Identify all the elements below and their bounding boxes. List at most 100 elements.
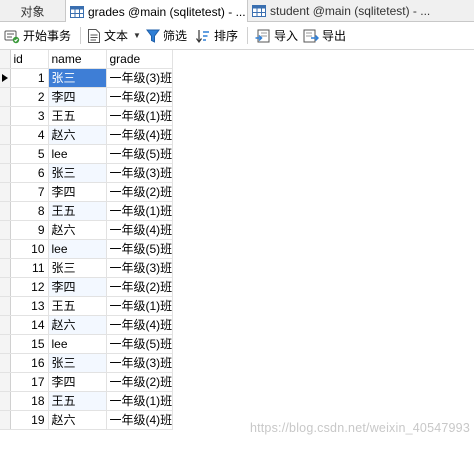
table-row[interactable]: 4 赵六 一年级(4)班 xyxy=(0,125,174,145)
cell-id[interactable]: 11 xyxy=(10,258,49,278)
cell-id[interactable]: 1 xyxy=(10,68,49,88)
cell-id[interactable]: 19 xyxy=(10,410,49,430)
cell-id[interactable]: 18 xyxy=(10,391,49,411)
row-selector[interactable] xyxy=(0,144,11,164)
cell-id[interactable]: 9 xyxy=(10,220,49,240)
table-row[interactable]: 14 赵六 一年级(4)班 xyxy=(0,315,174,335)
cell-id[interactable]: 12 xyxy=(10,277,49,297)
cell-grade[interactable]: 一年级(3)班 xyxy=(106,258,174,278)
cell-id[interactable]: 16 xyxy=(10,353,49,373)
row-selector[interactable] xyxy=(0,239,11,259)
cell-grade[interactable]: 一年级(1)班 xyxy=(106,296,174,316)
tab-grades[interactable]: grades @main (sqlitetest) - ... xyxy=(66,0,248,23)
table-row[interactable]: 1 张三 一年级(3)班 xyxy=(0,68,174,88)
cell-name[interactable]: 王五 xyxy=(48,296,107,316)
cell-name[interactable]: lee xyxy=(48,239,107,259)
table-row[interactable]: 16 张三 一年级(3)班 xyxy=(0,353,174,373)
cell-name[interactable]: 李四 xyxy=(48,182,107,202)
cell-name[interactable]: 张三 xyxy=(48,258,107,278)
cell-name[interactable]: 赵六 xyxy=(48,125,107,145)
cell-id[interactable]: 7 xyxy=(10,182,49,202)
cell-grade[interactable]: 一年级(5)班 xyxy=(106,144,174,164)
tab-student[interactable]: student @main (sqlitetest) - ... xyxy=(248,0,432,22)
cell-grade[interactable]: 一年级(1)班 xyxy=(106,106,174,126)
cell-id[interactable]: 15 xyxy=(10,334,49,354)
cell-name[interactable]: 张三 xyxy=(48,163,107,183)
table-row[interactable]: 12 李四 一年级(2)班 xyxy=(0,277,174,297)
row-selector[interactable] xyxy=(0,334,11,354)
cell-grade[interactable]: 一年级(1)班 xyxy=(106,391,174,411)
cell-id[interactable]: 8 xyxy=(10,201,49,221)
cell-name[interactable]: 李四 xyxy=(48,277,107,297)
row-selector[interactable] xyxy=(0,410,11,430)
cell-name[interactable]: lee xyxy=(48,144,107,164)
table-row[interactable]: 6 张三 一年级(3)班 xyxy=(0,163,174,183)
table-row[interactable]: 18 王五 一年级(1)班 xyxy=(0,391,174,411)
cell-name[interactable]: 张三 xyxy=(48,68,107,88)
cell-grade[interactable]: 一年级(4)班 xyxy=(106,220,174,240)
cell-grade[interactable]: 一年级(2)班 xyxy=(106,277,174,297)
cell-name[interactable]: 王五 xyxy=(48,391,107,411)
row-selector[interactable] xyxy=(0,372,11,392)
cell-grade[interactable]: 一年级(3)班 xyxy=(106,353,174,373)
table-row[interactable]: 7 李四 一年级(2)班 xyxy=(0,182,174,202)
row-selector[interactable] xyxy=(0,68,11,88)
cell-grade[interactable]: 一年级(1)班 xyxy=(106,201,174,221)
cell-grade[interactable]: 一年级(3)班 xyxy=(106,163,174,183)
cell-id[interactable]: 3 xyxy=(10,106,49,126)
cell-id[interactable]: 2 xyxy=(10,87,49,107)
cell-grade[interactable]: 一年级(3)班 xyxy=(106,68,174,88)
cell-name[interactable]: 李四 xyxy=(48,372,107,392)
cell-name[interactable]: 赵六 xyxy=(48,410,107,430)
export-button[interactable]: 导出 xyxy=(303,22,346,49)
cell-name[interactable]: lee xyxy=(48,334,107,354)
text-button[interactable]: 文本 ▼ xyxy=(87,22,141,49)
row-selector[interactable] xyxy=(0,353,11,373)
cell-grade[interactable]: 一年级(2)班 xyxy=(106,372,174,392)
column-header-grade[interactable]: grade xyxy=(106,50,174,69)
cell-id[interactable]: 5 xyxy=(10,144,49,164)
begin-transaction-button[interactable]: 开始事务 xyxy=(4,22,71,49)
row-selector[interactable] xyxy=(0,182,11,202)
row-selector[interactable] xyxy=(0,315,11,335)
cell-id[interactable]: 6 xyxy=(10,163,49,183)
cell-name[interactable]: 王五 xyxy=(48,106,107,126)
row-selector[interactable] xyxy=(0,258,11,278)
cell-id[interactable]: 17 xyxy=(10,372,49,392)
cell-id[interactable]: 4 xyxy=(10,125,49,145)
row-selector[interactable] xyxy=(0,220,11,240)
cell-name[interactable]: 张三 xyxy=(48,353,107,373)
import-button[interactable]: 导入 xyxy=(255,22,298,49)
row-selector[interactable] xyxy=(0,163,11,183)
cell-name[interactable]: 赵六 xyxy=(48,315,107,335)
row-selector[interactable] xyxy=(0,277,11,297)
column-header-id[interactable]: id xyxy=(10,50,49,69)
table-row[interactable]: 15 lee 一年级(5)班 xyxy=(0,334,174,354)
column-header-name[interactable]: name xyxy=(48,50,107,69)
table-row[interactable]: 10 lee 一年级(5)班 xyxy=(0,239,174,259)
table-row[interactable]: 8 王五 一年级(1)班 xyxy=(0,201,174,221)
cell-grade[interactable]: 一年级(5)班 xyxy=(106,334,174,354)
cell-grade[interactable]: 一年级(2)班 xyxy=(106,87,174,107)
filter-button[interactable]: 筛选 xyxy=(146,22,187,49)
cell-grade[interactable]: 一年级(5)班 xyxy=(106,239,174,259)
chevron-down-icon[interactable]: ▼ xyxy=(133,31,141,40)
cell-name[interactable]: 王五 xyxy=(48,201,107,221)
table-row[interactable]: 5 lee 一年级(5)班 xyxy=(0,144,174,164)
cell-grade[interactable]: 一年级(4)班 xyxy=(106,315,174,335)
cell-grade[interactable]: 一年级(4)班 xyxy=(106,410,174,430)
row-selector[interactable] xyxy=(0,296,11,316)
table-row[interactable]: 11 张三 一年级(3)班 xyxy=(0,258,174,278)
row-selector[interactable] xyxy=(0,125,11,145)
row-selector[interactable] xyxy=(0,201,11,221)
cell-id[interactable]: 13 xyxy=(10,296,49,316)
row-selector[interactable] xyxy=(0,106,11,126)
table-row[interactable]: 2 李四 一年级(2)班 xyxy=(0,87,174,107)
row-selector[interactable] xyxy=(0,87,11,107)
table-row[interactable]: 9 赵六 一年级(4)班 xyxy=(0,220,174,240)
table-row[interactable]: 19 赵六 一年级(4)班 xyxy=(0,410,174,430)
table-row[interactable]: 3 王五 一年级(1)班 xyxy=(0,106,174,126)
row-selector[interactable] xyxy=(0,391,11,411)
sort-button[interactable]: 排序 xyxy=(195,22,238,49)
cell-name[interactable]: 赵六 xyxy=(48,220,107,240)
